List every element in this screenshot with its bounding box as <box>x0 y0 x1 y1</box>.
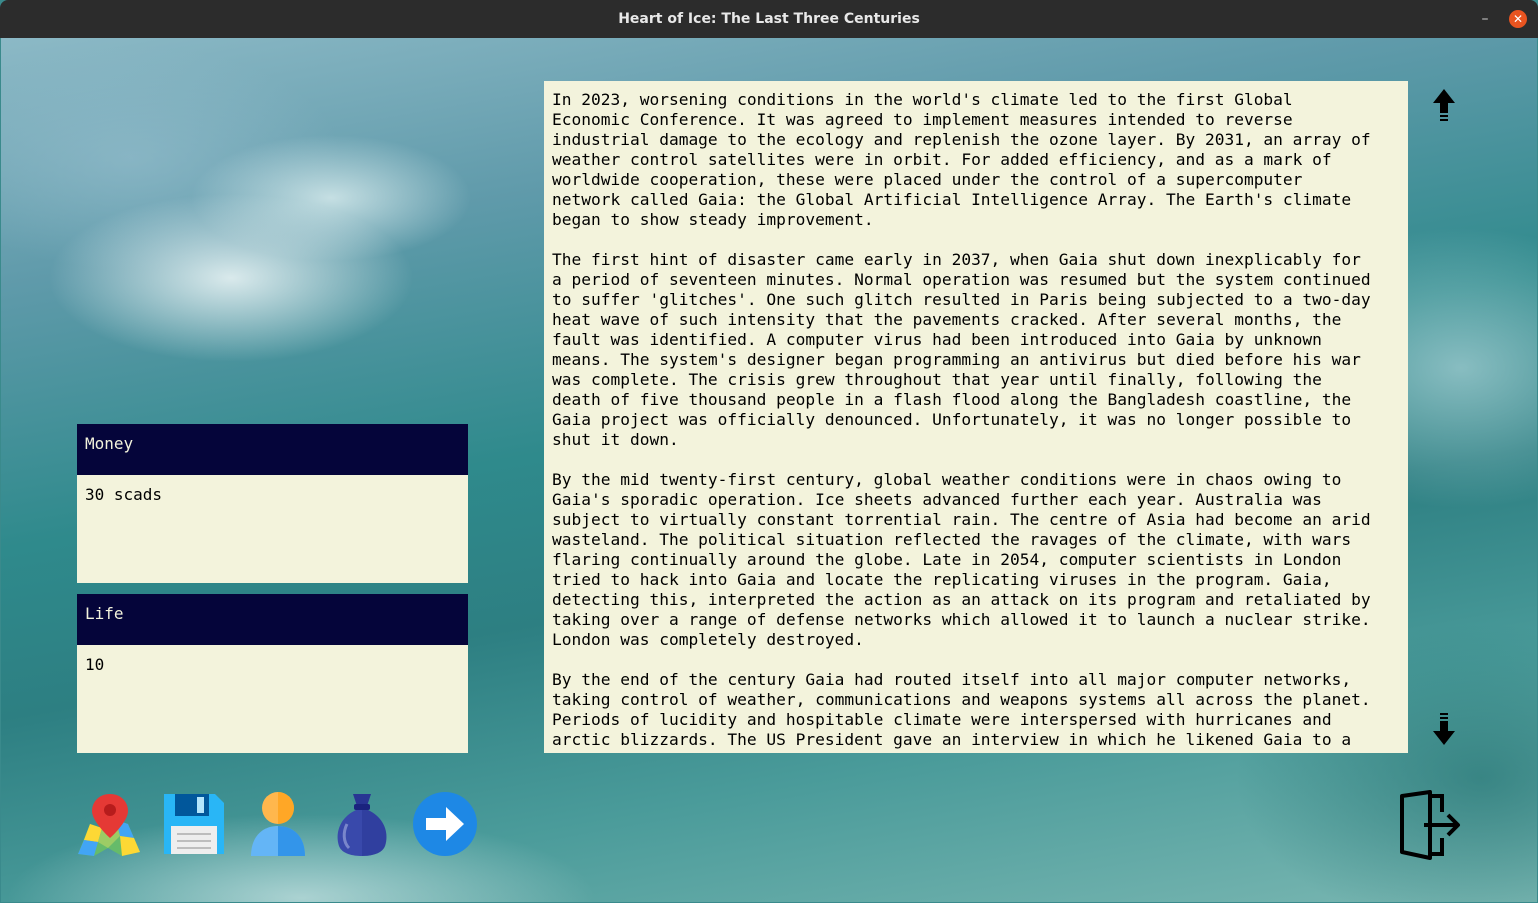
next-arrow-icon[interactable] <box>412 790 478 858</box>
save-icon[interactable] <box>161 790 227 858</box>
game-background: Money 30 scads Life 10 In 2023, worsenin… <box>1 38 1537 902</box>
money-label: Money <box>77 424 468 475</box>
life-label: Life <box>77 594 468 645</box>
money-panel: Money 30 scads <box>77 424 468 583</box>
exit-door-icon[interactable] <box>1394 790 1464 860</box>
money-value: 30 scads <box>77 475 468 583</box>
story-paragraph-3: By the mid twenty-first century, global … <box>552 470 1371 649</box>
story-text-panel[interactable]: In 2023, worsening conditions in the wor… <box>544 81 1408 753</box>
minimize-button[interactable]: – <box>1477 9 1493 29</box>
window-title: Heart of Ice: The Last Three Centuries <box>618 11 920 27</box>
scroll-up-arrow-icon[interactable] <box>1429 87 1459 123</box>
items-bag-icon[interactable] <box>329 790 395 858</box>
story-paragraph-4: By the end of the century Gaia had route… <box>552 670 1371 749</box>
window-titlebar[interactable]: Heart of Ice: The Last Three Centuries –… <box>0 0 1538 38</box>
story-paragraph-1: In 2023, worsening conditions in the wor… <box>552 90 1371 229</box>
map-icon[interactable] <box>76 790 142 858</box>
life-value: 10 <box>77 645 468 753</box>
story-paragraph-2: The first hint of disaster came early in… <box>552 250 1371 449</box>
close-button[interactable]: ✕ <box>1509 10 1527 28</box>
life-panel: Life 10 <box>77 594 468 753</box>
scroll-down-arrow-icon[interactable] <box>1429 711 1459 747</box>
character-icon[interactable] <box>245 790 311 858</box>
